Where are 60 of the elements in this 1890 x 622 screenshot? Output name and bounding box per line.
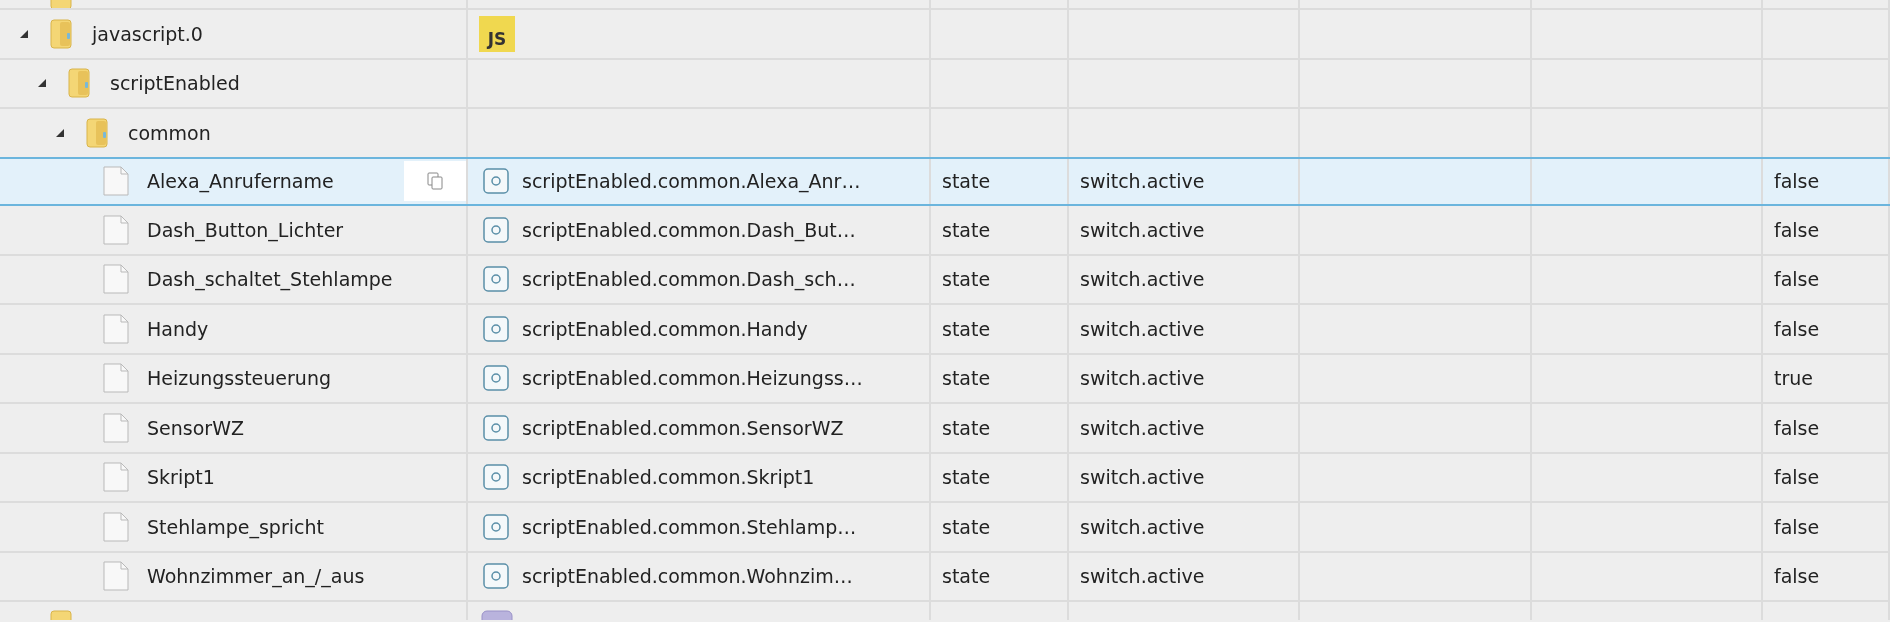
tree-row[interactable]: Alexa_Anrufername scriptEnabled.common.Alexa_Anr… state switch.active false [0,156,1890,206]
object-role: switch.active [1080,416,1205,439]
object-role: switch.active [1080,317,1205,340]
object-role: switch.active [1080,515,1205,538]
object-name: Skript1 [147,466,215,489]
tree-row[interactable]: Skript1 scriptEnabled.common.Skript1 state switch.active false [0,453,1890,503]
object-id: scriptEnabled.common.Dash_But… [522,218,856,241]
object-name: Stehlampe_spricht [147,515,324,538]
object-id: scriptEnabled.common.Skript1 [522,466,815,489]
tree-row[interactable]: scriptEnabled [0,59,1890,109]
object-id: scriptEnabled.common.Heizungss… [522,367,863,390]
object-type: state [942,268,991,291]
object-name: Alexa_Anrufername [147,170,334,193]
tree-row[interactable]: Wohnzimmer_an_/_aus scriptEnabled.common.Wohnzim… state switch.active false [0,552,1890,602]
object-type: state [942,466,991,489]
object-type: state [942,367,991,390]
object-id: scriptEnabled.common.SensorWZ [522,416,844,439]
object-role: switch.active [1080,565,1205,588]
object-role: switch.active [1080,170,1205,193]
adapter-badge: JS [479,15,515,52]
object-name: scriptEnabled [110,72,240,95]
object-name: SensorWZ [147,416,244,439]
object-name: javascript.0 [92,22,203,45]
object-type: state [942,515,991,538]
object-name: Dash_schaltet_Stehlampe [147,268,393,291]
object-value: false [1774,416,1820,439]
object-type: state [942,218,991,241]
object-type: state [942,317,991,340]
object-value: false [1774,268,1820,291]
object-id: scriptEnabled.common.Dash_sch… [522,268,856,291]
tree-row[interactable]: Handy scriptEnabled.common.Handy state switch.active false [0,305,1890,355]
object-role: switch.active [1080,268,1205,291]
object-value: false [1774,170,1820,193]
object-name: common [128,121,211,144]
tree-row[interactable]: Heizungssteuerung scriptEnabled.common.Heizungss… state switch.active true [0,354,1890,404]
object-name: Wohnzimmer_an_/_aus [147,565,365,588]
object-value: false [1774,565,1820,588]
object-id: scriptEnabled.common.Wohnzim… [522,565,853,588]
object-id: scriptEnabled.common.Stehlamp… [522,515,857,538]
tree-row[interactable]: Dash_schaltet_Stehlampe scriptEnabled.common.Dash_sch… state switch.active false [0,255,1890,305]
tree-row[interactable]: SensorWZ scriptEnabled.common.SensorWZ state switch.active false [0,404,1890,454]
object-name: Dash_Button_Lichter [147,218,344,241]
object-type: state [942,170,991,193]
object-name: Handy [147,317,209,340]
object-value: false [1774,317,1820,340]
object-value: false [1774,515,1820,538]
object-name: Heizungssteuerung [147,367,331,390]
object-value: false [1774,218,1820,241]
object-role: switch.active [1080,218,1205,241]
object-type: state [942,416,991,439]
object-id: scriptEnabled.common.Handy [522,317,808,340]
tree-row[interactable]: Stehlampe_spricht scriptEnabled.common.Stehlamp… state switch.active false [0,503,1890,553]
tree-row[interactable]: javascript.0 JS [0,10,1890,60]
object-role: switch.active [1080,466,1205,489]
tree-row[interactable]: Dash_Button_Lichter scriptEnabled.common.Dash_But… state switch.active false [0,206,1890,256]
object-role: switch.active [1080,367,1205,390]
object-id: scriptEnabled.common.Alexa_Anr… [522,170,861,193]
object-value: false [1774,466,1820,489]
object-type: state [942,565,991,588]
object-value: true [1774,367,1813,390]
